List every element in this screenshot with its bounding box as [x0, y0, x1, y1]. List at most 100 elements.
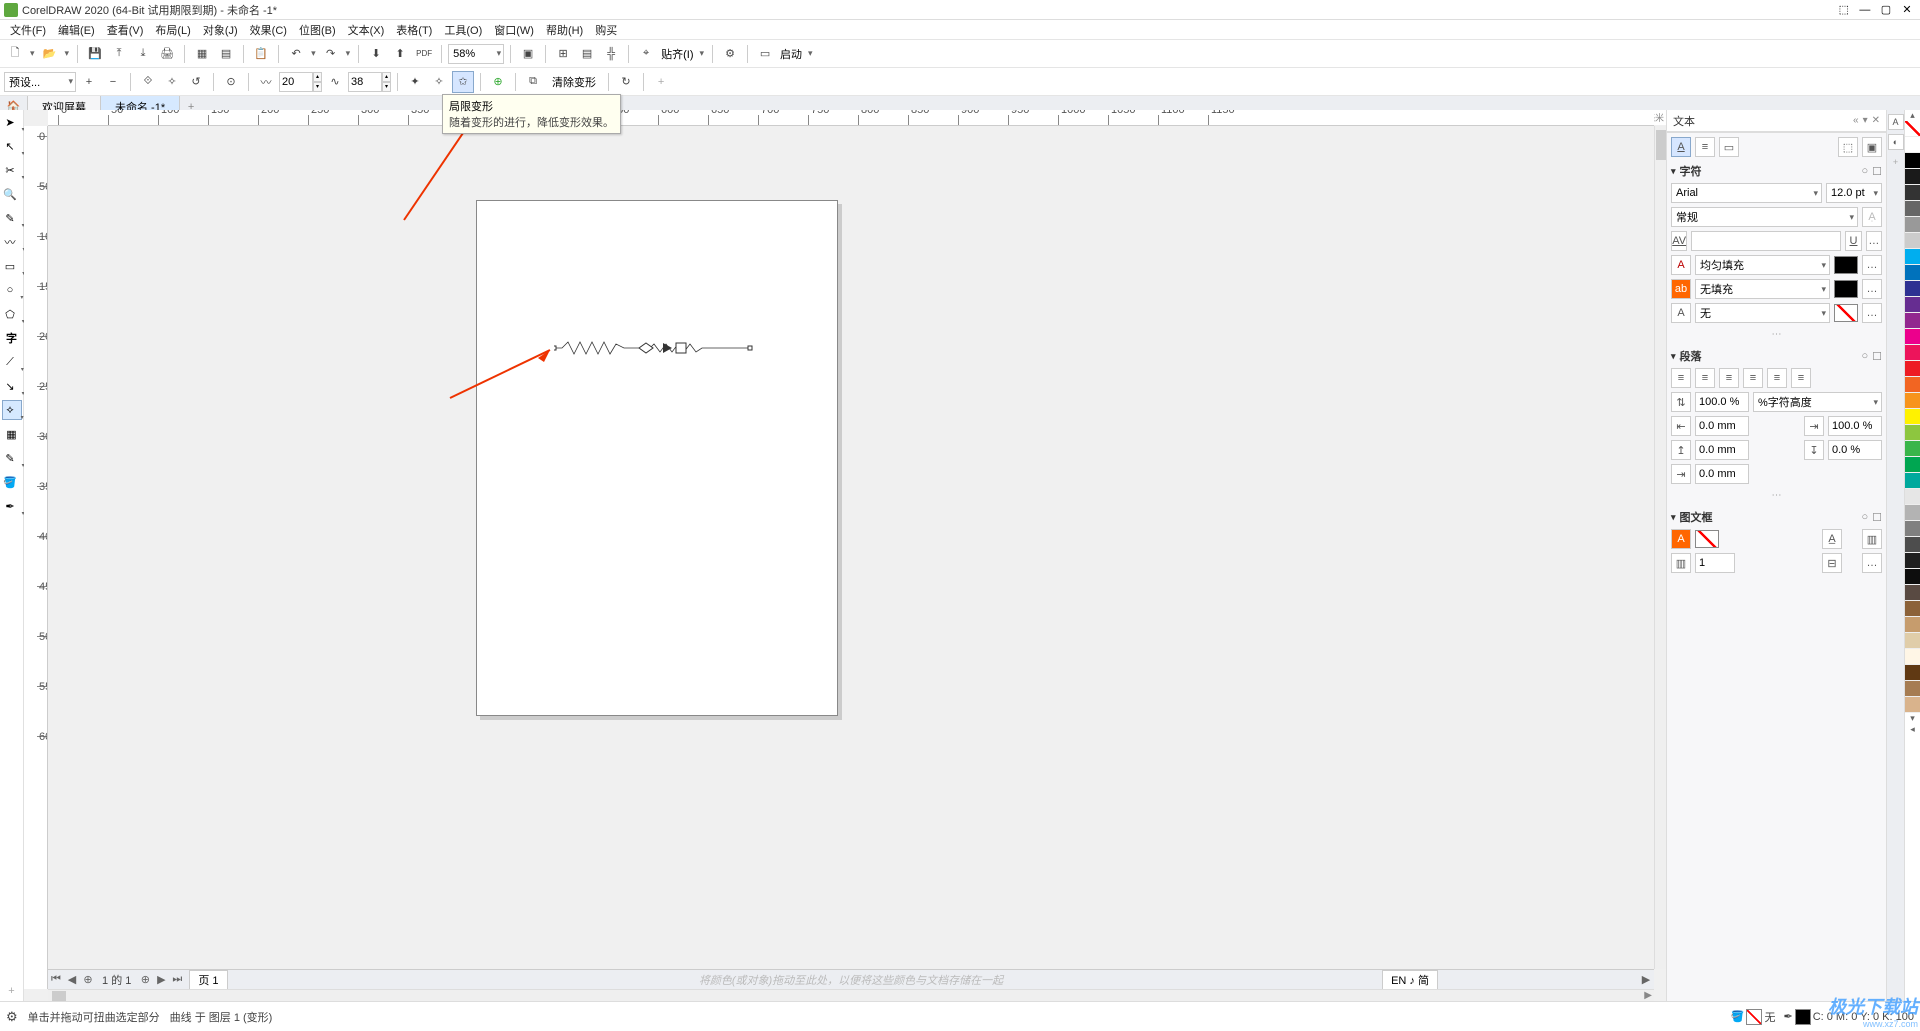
line-spacing-unit-combo[interactable]: %字符高度	[1753, 392, 1882, 412]
horizontal-scrollbar[interactable]: ▶	[48, 989, 1654, 1001]
caret-icon[interactable]: ▾	[1671, 166, 1676, 177]
first-line-input[interactable]	[1695, 464, 1749, 484]
font-style-combo[interactable]: 常规	[1671, 207, 1858, 227]
palette-swatch[interactable]	[1905, 217, 1920, 233]
align-force-button[interactable]: ≡	[1791, 368, 1811, 388]
page-tab[interactable]: 页 1	[189, 970, 227, 990]
docker-opt2-button[interactable]: ▣	[1862, 137, 1882, 157]
distort-zipper-button[interactable]: ✧	[161, 71, 183, 93]
add-node-button[interactable]: ⊕	[487, 71, 509, 93]
frequency-input[interactable]	[348, 72, 382, 92]
end-node[interactable]	[748, 346, 752, 350]
hscroll-thumb[interactable]	[52, 991, 66, 1001]
frame-columns-button[interactable]: ▥	[1862, 529, 1882, 549]
status-settings-icon[interactable]: ⚙	[6, 1009, 18, 1025]
undo-dropdown[interactable]: ▾	[309, 48, 318, 59]
crop-tool[interactable]: ✂▾	[2, 160, 22, 180]
new-doc-button[interactable]: 🗋	[4, 43, 26, 65]
char-mode-button[interactable]: A	[1671, 137, 1691, 157]
docker-menu-icon[interactable]: ▾	[1863, 115, 1868, 126]
underline-more-button[interactable]: …	[1866, 231, 1882, 251]
print-button[interactable]: 🖨	[156, 43, 178, 65]
smooth-distort-button[interactable]: ✧	[428, 71, 450, 93]
maximize-button[interactable]: ▢	[1877, 3, 1895, 16]
undo-button[interactable]: ↶	[285, 43, 307, 65]
rectangle-tool[interactable]: ▭▾	[2, 256, 22, 276]
cloud-down-button[interactable]: ⤓	[132, 43, 154, 65]
canvas[interactable]	[48, 126, 1654, 969]
docker-tab-2[interactable]: ◐	[1888, 134, 1904, 150]
redo-button[interactable]: ↷	[320, 43, 342, 65]
distort-pushpull-button[interactable]: ⟐	[137, 71, 159, 93]
page-last-button[interactable]: ⏭	[169, 973, 185, 986]
palette-swatch[interactable]	[1905, 233, 1920, 249]
sec-more-icon[interactable]: ☐	[1872, 511, 1882, 524]
open-button[interactable]: 📂	[39, 43, 61, 65]
vscroll-thumb[interactable]	[1656, 130, 1666, 160]
palette-swatch[interactable]	[1905, 313, 1920, 329]
align-left-button[interactable]: ≡	[1695, 368, 1715, 388]
pdf-button[interactable]: PDF	[413, 43, 435, 65]
settings-button[interactable]: ⚙	[719, 43, 741, 65]
connector-tool[interactable]: ↘▾	[2, 376, 22, 396]
grid-2-button[interactable]: ▤	[576, 43, 598, 65]
hscroll-right[interactable]: ▶	[1644, 990, 1652, 1001]
palette-swatch[interactable]	[1905, 345, 1920, 361]
docker-tab-add[interactable]: +	[1888, 154, 1904, 170]
palette-swatch[interactable]	[1905, 489, 1920, 505]
sec-opt-icon[interactable]: ○	[1861, 350, 1868, 363]
palette-swatch[interactable]	[1905, 169, 1920, 185]
page-add-before-button[interactable]: ⊕	[80, 973, 96, 986]
eyedropper-tool[interactable]: ✎▾	[2, 448, 22, 468]
columns-input[interactable]	[1695, 553, 1735, 573]
diamond-handle[interactable]	[639, 343, 653, 353]
clipboard-2-button[interactable]: ▤	[215, 43, 237, 65]
frame-fill-swatch[interactable]	[1695, 530, 1719, 548]
palette-swatch[interactable]	[1905, 281, 1920, 297]
page-next-button[interactable]: ▶	[153, 973, 169, 986]
ime-indicator[interactable]: EN ♪ 简	[1382, 970, 1438, 990]
freehand-tool[interactable]: ✎▾	[2, 208, 22, 228]
preset-add-button[interactable]: +	[78, 71, 100, 93]
guides-button[interactable]: ╬	[600, 43, 622, 65]
menu-file[interactable]: 文件(F)	[4, 22, 52, 38]
align-right-button[interactable]: ≡	[1743, 368, 1763, 388]
indent-right-input[interactable]	[1828, 416, 1882, 436]
frame-more-button[interactable]: …	[1862, 553, 1882, 573]
menu-layout[interactable]: 布局(L)	[149, 22, 196, 38]
text-tool[interactable]: 字	[2, 328, 22, 348]
close-button[interactable]: ✕	[1898, 3, 1916, 16]
palette-none-swatch[interactable]	[1905, 121, 1920, 137]
parallel-dim-tool[interactable]: ⟋▾	[2, 352, 22, 372]
clear-distort-button[interactable]: 清除变形	[546, 74, 602, 90]
preset-delete-button[interactable]: −	[102, 71, 124, 93]
outline-color-swatch[interactable]	[1834, 304, 1858, 322]
menu-bitmap[interactable]: 位图(B)	[293, 22, 342, 38]
underline-button[interactable]: U	[1845, 231, 1861, 251]
char-fill-swatch[interactable]	[1834, 256, 1858, 274]
char-fill-combo[interactable]: 均匀填充	[1695, 255, 1830, 275]
snap-dropdown[interactable]: ▾	[698, 48, 707, 59]
char-fill-more-button[interactable]: …	[1862, 255, 1882, 275]
font-style-ext-button[interactable]: Ạ	[1862, 207, 1882, 227]
spin-down[interactable]: ▾	[382, 82, 391, 92]
distort-twister-button[interactable]: ↺	[185, 71, 207, 93]
kerning-input[interactable]	[1691, 231, 1841, 251]
shape-tool[interactable]: ↖▾	[2, 136, 22, 156]
palette-swatch[interactable]	[1905, 297, 1920, 313]
outline-tool[interactable]: ✒▾	[2, 496, 22, 516]
toolbox-add-button[interactable]: +	[2, 981, 22, 1001]
palette-swatch[interactable]	[1905, 409, 1920, 425]
palette-swatch[interactable]	[1905, 201, 1920, 217]
add-toolbar-button[interactable]: +	[650, 71, 672, 93]
snap-toggle-button[interactable]: ⌖	[635, 43, 657, 65]
palette-swatch[interactable]	[1905, 393, 1920, 409]
bg-fill-combo[interactable]: 无填充	[1695, 279, 1830, 299]
palette-swatch[interactable]	[1905, 569, 1920, 585]
menu-window[interactable]: 窗口(W)	[488, 22, 540, 38]
zoom-tool[interactable]: 🔍▾	[2, 184, 22, 204]
palette-up-button[interactable]: ▴	[1905, 110, 1920, 121]
palette-swatch[interactable]	[1905, 585, 1920, 601]
palette-swatch[interactable]	[1905, 697, 1920, 713]
fill-indicator[interactable]: 🪣无	[1731, 1009, 1776, 1025]
